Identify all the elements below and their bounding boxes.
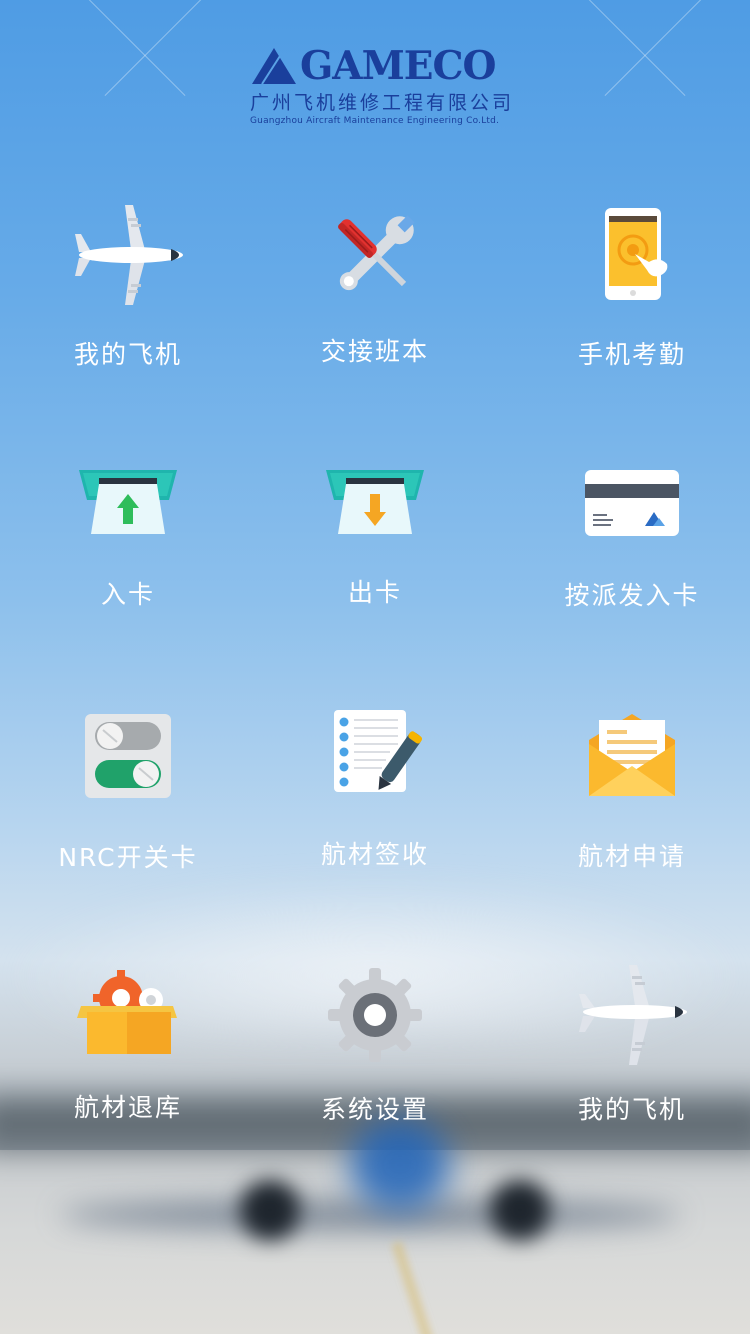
menu-item-label: 航材申请 bbox=[577, 842, 686, 871]
menu-item-my-aircraft-2[interactable]: 我的飞机 bbox=[507, 960, 750, 1160]
airplane-icon bbox=[73, 200, 183, 310]
box-gears-icon bbox=[73, 960, 183, 1070]
menu-item-label: 航材签收 bbox=[320, 840, 429, 869]
background-line bbox=[564, 0, 686, 96]
menu-item-label: 我的飞机 bbox=[577, 1095, 686, 1124]
logo-english-name: Guangzhou Aircraft Maintenance Engineeri… bbox=[250, 116, 500, 126]
phone-touch-icon bbox=[577, 200, 687, 310]
card-in-icon bbox=[73, 448, 183, 558]
menu-item-label: 入卡 bbox=[100, 580, 155, 609]
logo-chinese-name: 广州飞机维修工程有限公司 bbox=[250, 92, 515, 114]
menu-item-my-aircraft[interactable]: 我的飞机 bbox=[3, 200, 253, 400]
menu-item-shift-handover[interactable]: 交接班本 bbox=[250, 200, 500, 400]
menu-item-parts-return[interactable]: 航材退库 bbox=[3, 960, 253, 1160]
checklist-pen-icon bbox=[320, 700, 430, 810]
gear-icon bbox=[320, 960, 430, 1070]
envelope-icon bbox=[577, 700, 687, 810]
background-line bbox=[604, 0, 726, 96]
menu-item-parts-application[interactable]: 航材申请 bbox=[507, 700, 750, 900]
toggle-switch-icon bbox=[73, 700, 183, 810]
airplane-icon bbox=[577, 960, 687, 1070]
menu-item-mobile-attendance[interactable]: 手机考勤 bbox=[507, 200, 750, 400]
menu-item-dispatch-card-in[interactable]: 按派发入卡 bbox=[507, 448, 750, 648]
menu-item-label: 交接班本 bbox=[320, 337, 429, 366]
logo-triangle-icon bbox=[252, 48, 296, 85]
company-logo: GAMECO 广州飞机维修工程有限公司 Guangzhou Aircraft M… bbox=[250, 40, 515, 130]
menu-item-card-in[interactable]: 入卡 bbox=[3, 448, 253, 648]
menu-item-label: 系统设置 bbox=[320, 1095, 429, 1124]
menu-item-card-out[interactable]: 出卡 bbox=[250, 448, 500, 648]
card-out-icon bbox=[320, 448, 430, 558]
menu-item-label: 航材退库 bbox=[73, 1093, 182, 1122]
menu-item-label: NRC开关卡 bbox=[58, 843, 198, 872]
menu-item-label: 手机考勤 bbox=[577, 340, 686, 369]
background-line bbox=[104, 0, 226, 96]
background-engine bbox=[240, 1180, 300, 1240]
menu-item-label: 我的飞机 bbox=[73, 340, 182, 369]
background-plane-wing bbox=[60, 1200, 680, 1230]
id-card-icon bbox=[577, 448, 687, 558]
menu-item-nrc-switch-card[interactable]: NRC开关卡 bbox=[3, 700, 253, 900]
logo-brand: GAMECO bbox=[300, 43, 496, 89]
menu-item-label: 按派发入卡 bbox=[564, 581, 700, 610]
background-engine bbox=[490, 1180, 550, 1240]
background-line bbox=[64, 0, 186, 96]
tools-icon bbox=[320, 200, 430, 310]
app-screen: GAMECO 广州飞机维修工程有限公司 Guangzhou Aircraft M… bbox=[0, 0, 750, 1334]
menu-item-system-settings[interactable]: 系统设置 bbox=[250, 960, 500, 1160]
menu-item-label: 出卡 bbox=[347, 578, 402, 607]
menu-item-parts-receipt[interactable]: 航材签收 bbox=[250, 700, 500, 900]
